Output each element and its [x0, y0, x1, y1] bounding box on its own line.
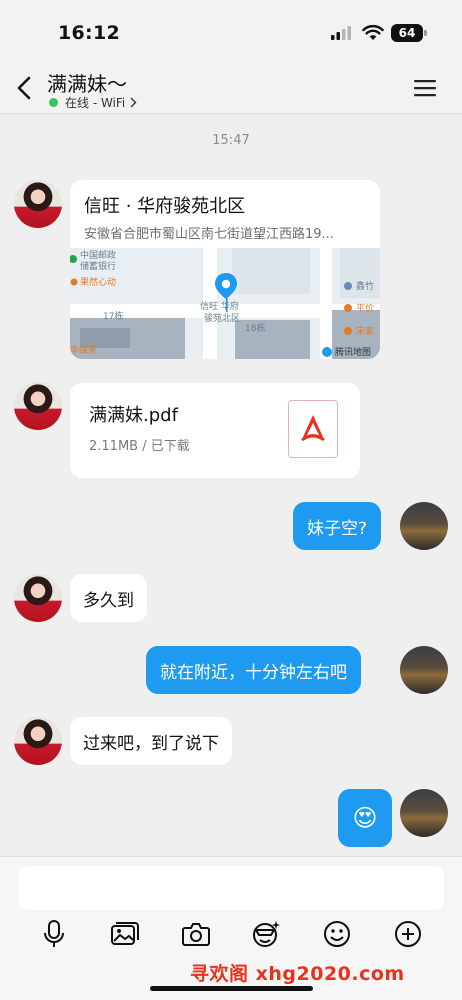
contact-avatar[interactable]	[14, 180, 62, 228]
emoji-icon[interactable]	[322, 919, 352, 949]
message-bubble-incoming[interactable]: 多久到	[70, 574, 147, 622]
location-address: 安徽省合肥市蜀山区南七街道望江西路19...	[84, 227, 334, 242]
chevron-right-icon	[130, 97, 137, 108]
battery-indicator: 64	[391, 24, 423, 42]
battery-tip	[424, 30, 427, 36]
ai-sticker-icon[interactable]	[251, 919, 281, 949]
chat-header: 满满妹～ 在线 - WiFi	[0, 64, 462, 114]
map-label: 腾讯地图	[335, 346, 371, 358]
menu-icon[interactable]	[412, 77, 438, 99]
message-bubble-outgoing[interactable]: 😍	[338, 789, 392, 847]
home-indicator	[150, 986, 313, 991]
file-meta: 2.11MB / 已下载	[89, 439, 190, 454]
map-label: 平价	[356, 303, 374, 314]
pdf-file-icon	[288, 400, 338, 458]
map-label: 宋家	[356, 325, 374, 337]
contact-name[interactable]: 满满妹～	[47, 68, 127, 97]
map-label: 储蓄银行	[80, 260, 116, 272]
cellular-signal-icon	[331, 26, 351, 40]
map-label: 中国邮政	[80, 249, 116, 261]
watermark: 寻欢阁 xhg2020.com	[190, 963, 405, 985]
presence-text: 在线 - WiFi	[65, 96, 126, 110]
status-bar: 16:12 64	[0, 0, 462, 64]
my-avatar[interactable]	[400, 789, 448, 837]
contact-avatar[interactable]	[14, 717, 62, 765]
camera-icon[interactable]	[181, 919, 211, 949]
image-icon[interactable]	[110, 919, 140, 949]
map-label: 果然心动	[80, 276, 116, 288]
presence-status[interactable]: 在线 - WiFi	[49, 94, 137, 111]
location-card[interactable]: 信旺 · 华府骏苑北区 安徽省合肥市蜀山区南七街道望江西路19... 中国邮政 …	[70, 180, 380, 359]
location-map: 中国邮政 储蓄银行 果然心动 17栋 丰蝶来 信旺 华府 骏苑北区 18栋 鑫竹…	[70, 248, 380, 359]
message-bubble-outgoing[interactable]: 妹子空?	[293, 502, 382, 550]
message-bubble-incoming[interactable]: 过来吧，到了说下	[70, 717, 232, 765]
contact-avatar[interactable]	[14, 382, 62, 430]
location-title: 信旺 · 华府骏苑北区	[84, 196, 246, 217]
contact-avatar[interactable]	[14, 574, 62, 622]
map-label: 信旺 华府	[200, 300, 239, 312]
online-dot-icon	[49, 98, 58, 107]
microphone-icon[interactable]	[39, 919, 69, 949]
message-input[interactable]	[18, 866, 444, 910]
status-time: 16:12	[58, 22, 120, 44]
file-card[interactable]: 满满妹.pdf 2.11MB / 已下载	[70, 383, 360, 478]
message-timestamp: 15:47	[212, 133, 250, 148]
my-avatar[interactable]	[400, 646, 448, 694]
wifi-icon	[362, 24, 384, 40]
map-label: 丰蝶来	[70, 344, 97, 356]
plus-icon[interactable]	[393, 919, 423, 949]
message-bubble-outgoing[interactable]: 就在附近，十分钟左右吧	[146, 646, 361, 694]
my-avatar[interactable]	[400, 502, 448, 550]
map-label: 鑫竹	[356, 280, 374, 292]
map-label: 18栋	[245, 322, 265, 334]
map-label: 17栋	[103, 310, 123, 322]
map-label: 骏苑北区	[204, 312, 240, 324]
file-name: 满满妹.pdf	[89, 405, 178, 426]
back-icon[interactable]	[12, 73, 38, 103]
tencent-map-logo-icon	[322, 347, 332, 357]
